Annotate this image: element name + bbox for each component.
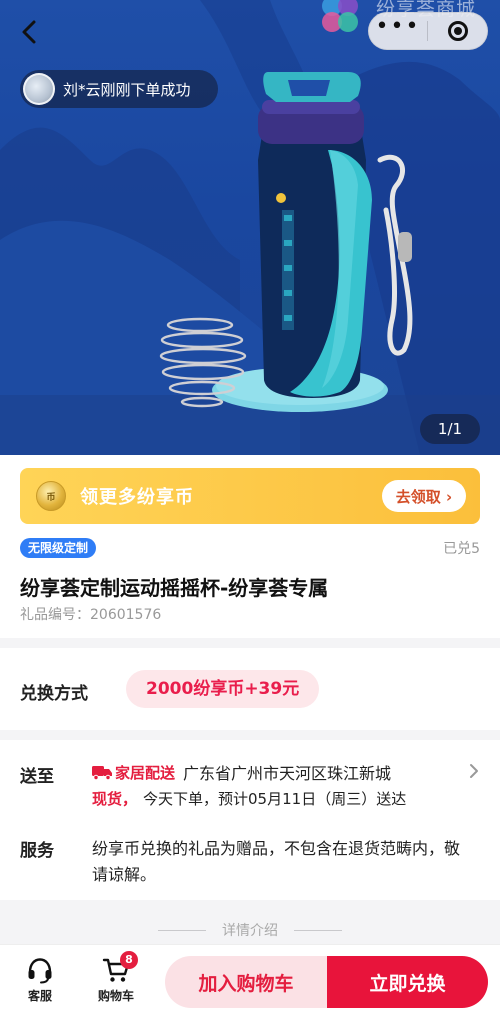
customer-service-label: 客服 <box>27 989 52 1003</box>
cart-button[interactable]: 8 购物车 <box>86 951 146 1004</box>
section-gap <box>0 638 500 648</box>
product-title: 纷享荟定制运动摇摇杯-纷享荟专属 <box>20 576 329 600</box>
redeem-method-label: 兑换方式 <box>20 684 88 704</box>
redeem-price-chip[interactable]: 2000纷享币+39元 <box>126 670 320 708</box>
delivery-eta: 今天下单，预计05月11日（周三）送达 <box>143 790 407 808</box>
claim-coins-button[interactable]: 去领取 › <box>382 480 466 512</box>
cart-label: 购物车 <box>97 989 134 1003</box>
avatar <box>23 73 55 105</box>
product-photo <box>0 0 500 455</box>
headset-icon <box>28 958 52 984</box>
coin-icon: 币 <box>36 481 66 511</box>
cart-count-badge: 8 <box>120 951 138 969</box>
more-dots-icon[interactable]: ••• <box>369 12 427 50</box>
back-arrow-icon[interactable] <box>14 16 46 48</box>
mini-program-capsule: ••• <box>368 12 488 50</box>
delivery-eta-row: 现货， 今天下单，预计05月11日（周三）送达 <box>92 788 406 809</box>
service-label: 服务 <box>20 841 54 861</box>
delivery-address-row[interactable]: 家居配送 广东省广州市天河区珠江新城 <box>92 760 391 784</box>
truck-icon <box>92 766 112 780</box>
image-counter: 1/1 <box>420 414 480 444</box>
add-to-cart-button[interactable]: 加入购物车 <box>165 956 327 1008</box>
ship-to-label: 送至 <box>20 767 54 787</box>
redeem-now-button[interactable]: 立即兑换 <box>327 956 488 1008</box>
section-gap <box>0 730 500 740</box>
delivery-channel: 家居配送 <box>115 763 176 782</box>
close-button[interactable] <box>428 12 487 50</box>
delivery-address: 广东省广州市天河区珠江新城 <box>183 764 392 783</box>
recent-order-text: 刘*云刚刚下单成功 <box>63 80 191 99</box>
redeemed-count: 已兑5 <box>443 541 480 557</box>
unlimited-custom-tag: 无限级定制 <box>20 538 97 558</box>
divider-line <box>294 930 342 931</box>
product-detail-page: 纷享荟商城 ••• 刘*云刚刚下单成功 1/1 币 领更多纷享币 去领取 › 无… <box>0 0 500 1012</box>
earn-coins-banner[interactable]: 币 领更多纷享币 去领取 › <box>20 468 480 524</box>
close-circle-icon <box>447 21 468 41</box>
gift-number: 礼品编号：20601576 <box>20 607 162 623</box>
brand-logo-icon <box>322 0 358 32</box>
customer-service-button[interactable]: 客服 <box>10 955 70 1004</box>
detail-intro-title: 详情介绍 <box>222 923 278 939</box>
recent-order-toast: 刘*云刚刚下单成功 <box>20 70 218 108</box>
product-image-gallery[interactable]: 纷享荟商城 ••• 刘*云刚刚下单成功 1/1 <box>0 0 500 455</box>
service-text: 纷享币兑换的礼品为赠品，不包含在退货范畴内，敬请谅解。 <box>92 839 461 884</box>
stock-status: 现货， <box>92 790 138 808</box>
earn-coins-label: 领更多纷享币 <box>80 487 194 508</box>
redeem-method-row: 兑换方式 2000纷享币+39元 <box>0 650 500 730</box>
chevron-right-icon[interactable] <box>468 762 480 780</box>
